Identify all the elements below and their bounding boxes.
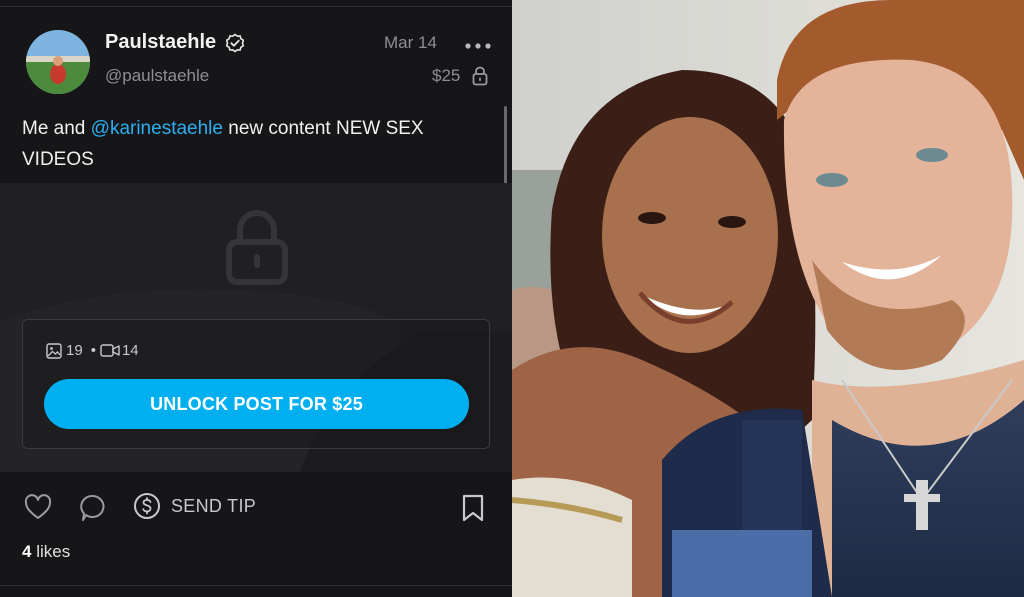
lock-icon	[472, 66, 488, 86]
divider	[0, 585, 512, 586]
bookmark-icon[interactable]	[461, 494, 485, 522]
dollar-circle-icon	[134, 493, 160, 519]
more-dots-icon[interactable]	[465, 43, 491, 49]
send-tip-label: SEND TIP	[171, 495, 257, 516]
comment-bubble-icon[interactable]	[79, 494, 105, 522]
author-handle[interactable]: @paulstaehle	[105, 66, 209, 86]
couple-photo	[512, 0, 1024, 597]
large-lock-icon	[226, 210, 288, 285]
media-counts: 19 • 14	[46, 342, 143, 359]
divider	[0, 6, 512, 7]
author-display-name[interactable]: Paulstaehle	[105, 31, 216, 54]
unlock-card: 19 • 14 UNLOCK POST FOR $25	[22, 319, 490, 449]
heart-icon[interactable]	[24, 494, 52, 520]
image-icon	[46, 342, 62, 359]
media-separator: •	[90, 342, 96, 359]
unlock-post-button[interactable]: UNLOCK POST FOR $25	[44, 379, 469, 429]
post-date: Mar 14	[384, 33, 437, 52]
video-count: 14	[121, 342, 139, 359]
avatar-image	[26, 30, 90, 94]
likes-count[interactable]: 4 likes	[22, 542, 70, 562]
likes-label: likes	[31, 542, 71, 561]
caption-text-prefix: Me and	[22, 118, 91, 139]
post-actions: SEND TIP 4 likes	[0, 472, 512, 597]
post-caption: Me and @karinestaehle new content NEW SE…	[22, 113, 492, 175]
video-camera-icon	[100, 344, 120, 357]
avatar[interactable]	[26, 30, 90, 94]
post-card: Paulstaehle @paulstaehle Mar 14 $25 Me a…	[0, 0, 512, 597]
post-price: $25	[432, 66, 461, 85]
verified-badge-icon	[225, 33, 245, 53]
photo-image	[512, 0, 1024, 597]
send-tip-button[interactable]: SEND TIP	[133, 492, 256, 520]
mention-link[interactable]: @karinestaehle	[91, 118, 223, 139]
photo-count: 19	[66, 342, 83, 359]
locked-media-area: 19 • 14 UNLOCK POST FOR $25	[0, 183, 512, 472]
